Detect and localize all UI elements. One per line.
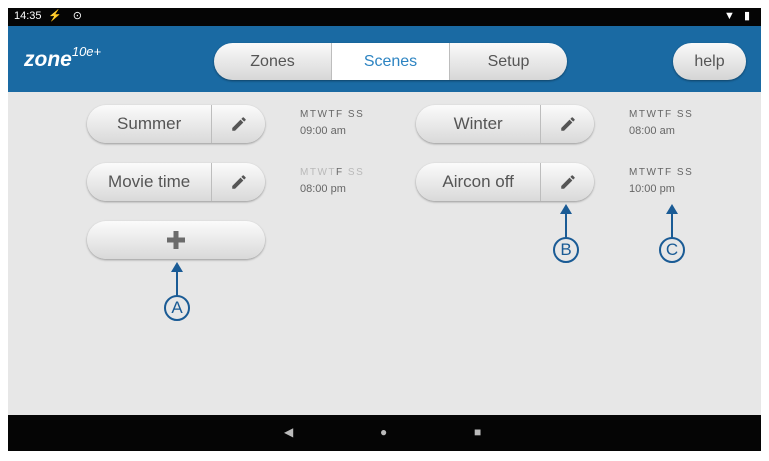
plus-icon [167, 231, 185, 249]
scene-name[interactable]: Aircon off [416, 163, 540, 201]
scene-time-aircon-off: 10:00 pm [629, 183, 675, 195]
day-label: S [676, 109, 686, 120]
brand-name: zone [24, 48, 72, 71]
annotation-label-c: C [659, 237, 685, 263]
status-time: 14:35 [14, 10, 42, 22]
day-label: F [665, 109, 673, 120]
home-icon[interactable]: ● [380, 425, 387, 439]
scene-button-winter[interactable]: Winter [416, 105, 594, 143]
day-label: S [356, 167, 365, 178]
day-label: S [676, 167, 686, 178]
day-label: M [629, 167, 639, 178]
brand-logo: zone10e+ [24, 44, 101, 72]
day-label: S [347, 167, 357, 178]
day-label: M [300, 109, 310, 120]
tab-scenes[interactable]: Scenes [331, 43, 449, 80]
annotation-label-a: A [164, 295, 190, 321]
day-label: F [336, 167, 344, 178]
help-button[interactable]: help [673, 43, 746, 80]
tablet-screen: 14:35 ⚡ ⊙ ▼ ▮ zone10e+ Zones Scenes Setu… [8, 8, 761, 451]
back-icon[interactable]: ◀ [284, 425, 293, 439]
scene-time-movie-time: 08:00 pm [300, 183, 346, 195]
annotation-arrow-c [666, 204, 678, 238]
tab-setup[interactable]: Setup [449, 43, 567, 80]
pencil-icon[interactable] [211, 105, 265, 143]
day-label: S [685, 167, 694, 178]
day-label: W [646, 109, 658, 120]
day-label: M [300, 167, 310, 178]
scene-name[interactable]: Winter [416, 105, 540, 143]
scene-button-summer[interactable]: Summer [87, 105, 265, 143]
day-label: S [685, 109, 694, 120]
day-label: W [646, 167, 658, 178]
brand-sup: 10e+ [71, 44, 102, 59]
scene-button-aircon-off[interactable]: Aircon off [416, 163, 594, 201]
scene-days-aircon-off: MTWTF SS [629, 167, 693, 178]
scene-days-winter: MTWTF SS [629, 109, 693, 120]
scene-days-movie-time: MTWTF SS [300, 167, 364, 178]
pencil-icon[interactable] [540, 105, 594, 143]
scene-days-summer: MTWTF SS [300, 109, 364, 120]
tab-zones[interactable]: Zones [214, 43, 331, 80]
annotation-arrow-b [560, 204, 572, 238]
day-label: T [657, 167, 666, 178]
add-scene-button[interactable] [87, 221, 265, 259]
day-label: M [629, 109, 639, 120]
status-bar: 14:35 ⚡ ⊙ ▼ ▮ [8, 8, 761, 26]
system-nav-bar: ◀ ● ■ [8, 415, 761, 451]
day-label: T [657, 109, 666, 120]
scene-time-summer: 09:00 am [300, 125, 346, 137]
pencil-icon[interactable] [540, 163, 594, 201]
annotation-arrow-a [171, 262, 183, 296]
scene-time-winter: 08:00 am [629, 125, 675, 137]
app-header: zone10e+ Zones Scenes Setup help [8, 26, 761, 92]
day-label: F [665, 167, 673, 178]
scene-button-movie-time[interactable]: Movie time [87, 163, 265, 201]
notification-icons: ⚡ ⊙ [48, 10, 86, 22]
tab-bar: Zones Scenes Setup [214, 43, 567, 80]
pencil-icon[interactable] [211, 163, 265, 201]
day-label: S [356, 109, 365, 120]
scene-name[interactable]: Summer [87, 105, 211, 143]
recents-icon[interactable]: ■ [474, 425, 481, 439]
day-label: W [317, 109, 329, 120]
day-label: T [328, 167, 337, 178]
scene-name[interactable]: Movie time [87, 163, 211, 201]
day-label: T [328, 109, 337, 120]
day-label: F [336, 109, 344, 120]
day-label: W [317, 167, 329, 178]
day-label: S [347, 109, 357, 120]
annotation-label-b: B [553, 237, 579, 263]
wifi-battery-icons: ▼ ▮ [724, 10, 753, 22]
